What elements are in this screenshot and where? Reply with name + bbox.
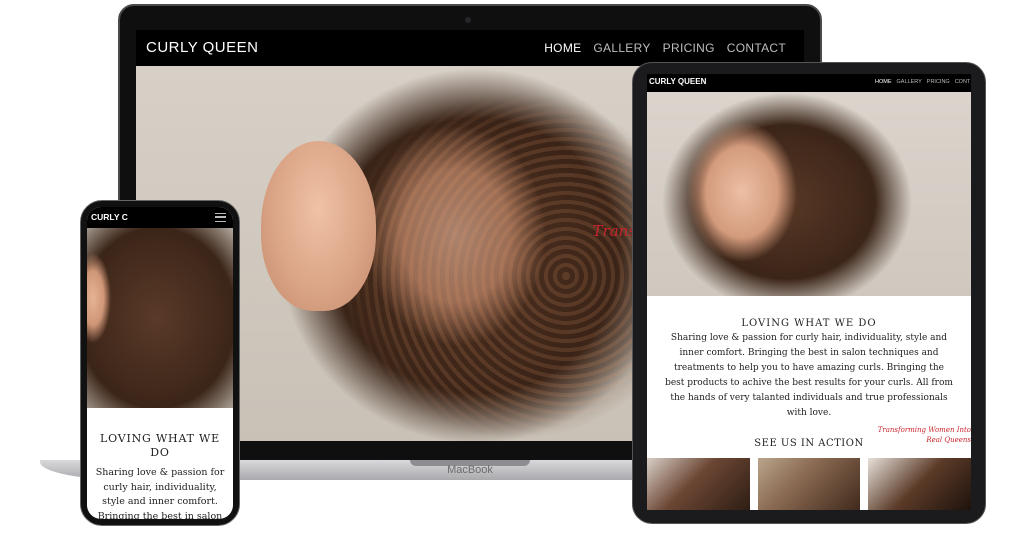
nav-contact[interactable]: CONTACT [727, 41, 786, 55]
brand-logo[interactable]: CURLY QUEEN [146, 39, 258, 56]
tablet-nav-pricing[interactable]: PRICING [927, 79, 950, 85]
phone-section-heading: LOVING WHAT WE DO [100, 432, 220, 459]
tablet-hero-image [647, 92, 971, 296]
phone-notch [127, 207, 193, 221]
gallery-photo[interactable] [647, 458, 750, 510]
phone-hero-image [87, 228, 233, 408]
tablet-nav-home[interactable]: HOME [875, 79, 892, 85]
see-us-heading: SEE US IN ACTION [754, 438, 864, 449]
nav-gallery[interactable]: GALLERY [593, 41, 650, 55]
top-nav: CURLY QUEEN HOME GALLERY PRICING CONTACT [136, 30, 804, 66]
phone-brand[interactable]: CURLY C [91, 212, 128, 222]
phone-section-body: Sharing love & passion for curly hair, i… [95, 467, 225, 519]
hero-face [261, 141, 376, 311]
gallery-photo[interactable] [868, 458, 971, 510]
tablet-nav-contact[interactable]: CONT [955, 79, 971, 85]
camera-icon [465, 17, 471, 23]
tablet-screen: CURLY QUEEN HOME GALLERY PRICING CONT LO… [647, 74, 971, 510]
tablet-nav-links: HOME GALLERY PRICING CONT [875, 79, 970, 85]
section-body: Sharing love & passion for curly hair, i… [665, 333, 953, 418]
tablet-brand[interactable]: CURLY QUEEN [649, 77, 706, 86]
section-heading: LOVING WHAT WE DO [741, 318, 877, 329]
nav-pricing[interactable]: PRICING [663, 41, 715, 55]
nav-links: HOME GALLERY PRICING CONTACT [544, 41, 786, 55]
hamburger-menu-icon[interactable] [215, 213, 226, 222]
tablet-nav-gallery[interactable]: GALLERY [897, 79, 922, 85]
phone-content: LOVING WHAT WE DO Sharing love & passion… [87, 408, 233, 519]
nav-home[interactable]: HOME [544, 41, 581, 55]
gallery-photo[interactable] [757, 458, 861, 510]
device-label: MacBook [447, 464, 493, 476]
tablet-content: LOVING WHAT WE DO Sharing love & passion… [647, 296, 971, 421]
gallery-strip [647, 458, 971, 510]
tablet-tagline-line-1: Transforming Women Into [877, 426, 971, 434]
phone-screen: CURLY C LOVING WHAT WE DO Sharing love &… [87, 207, 233, 519]
phone-nav: CURLY C [87, 207, 233, 228]
tablet-nav: CURLY QUEEN HOME GALLERY PRICING CONT [647, 74, 971, 92]
